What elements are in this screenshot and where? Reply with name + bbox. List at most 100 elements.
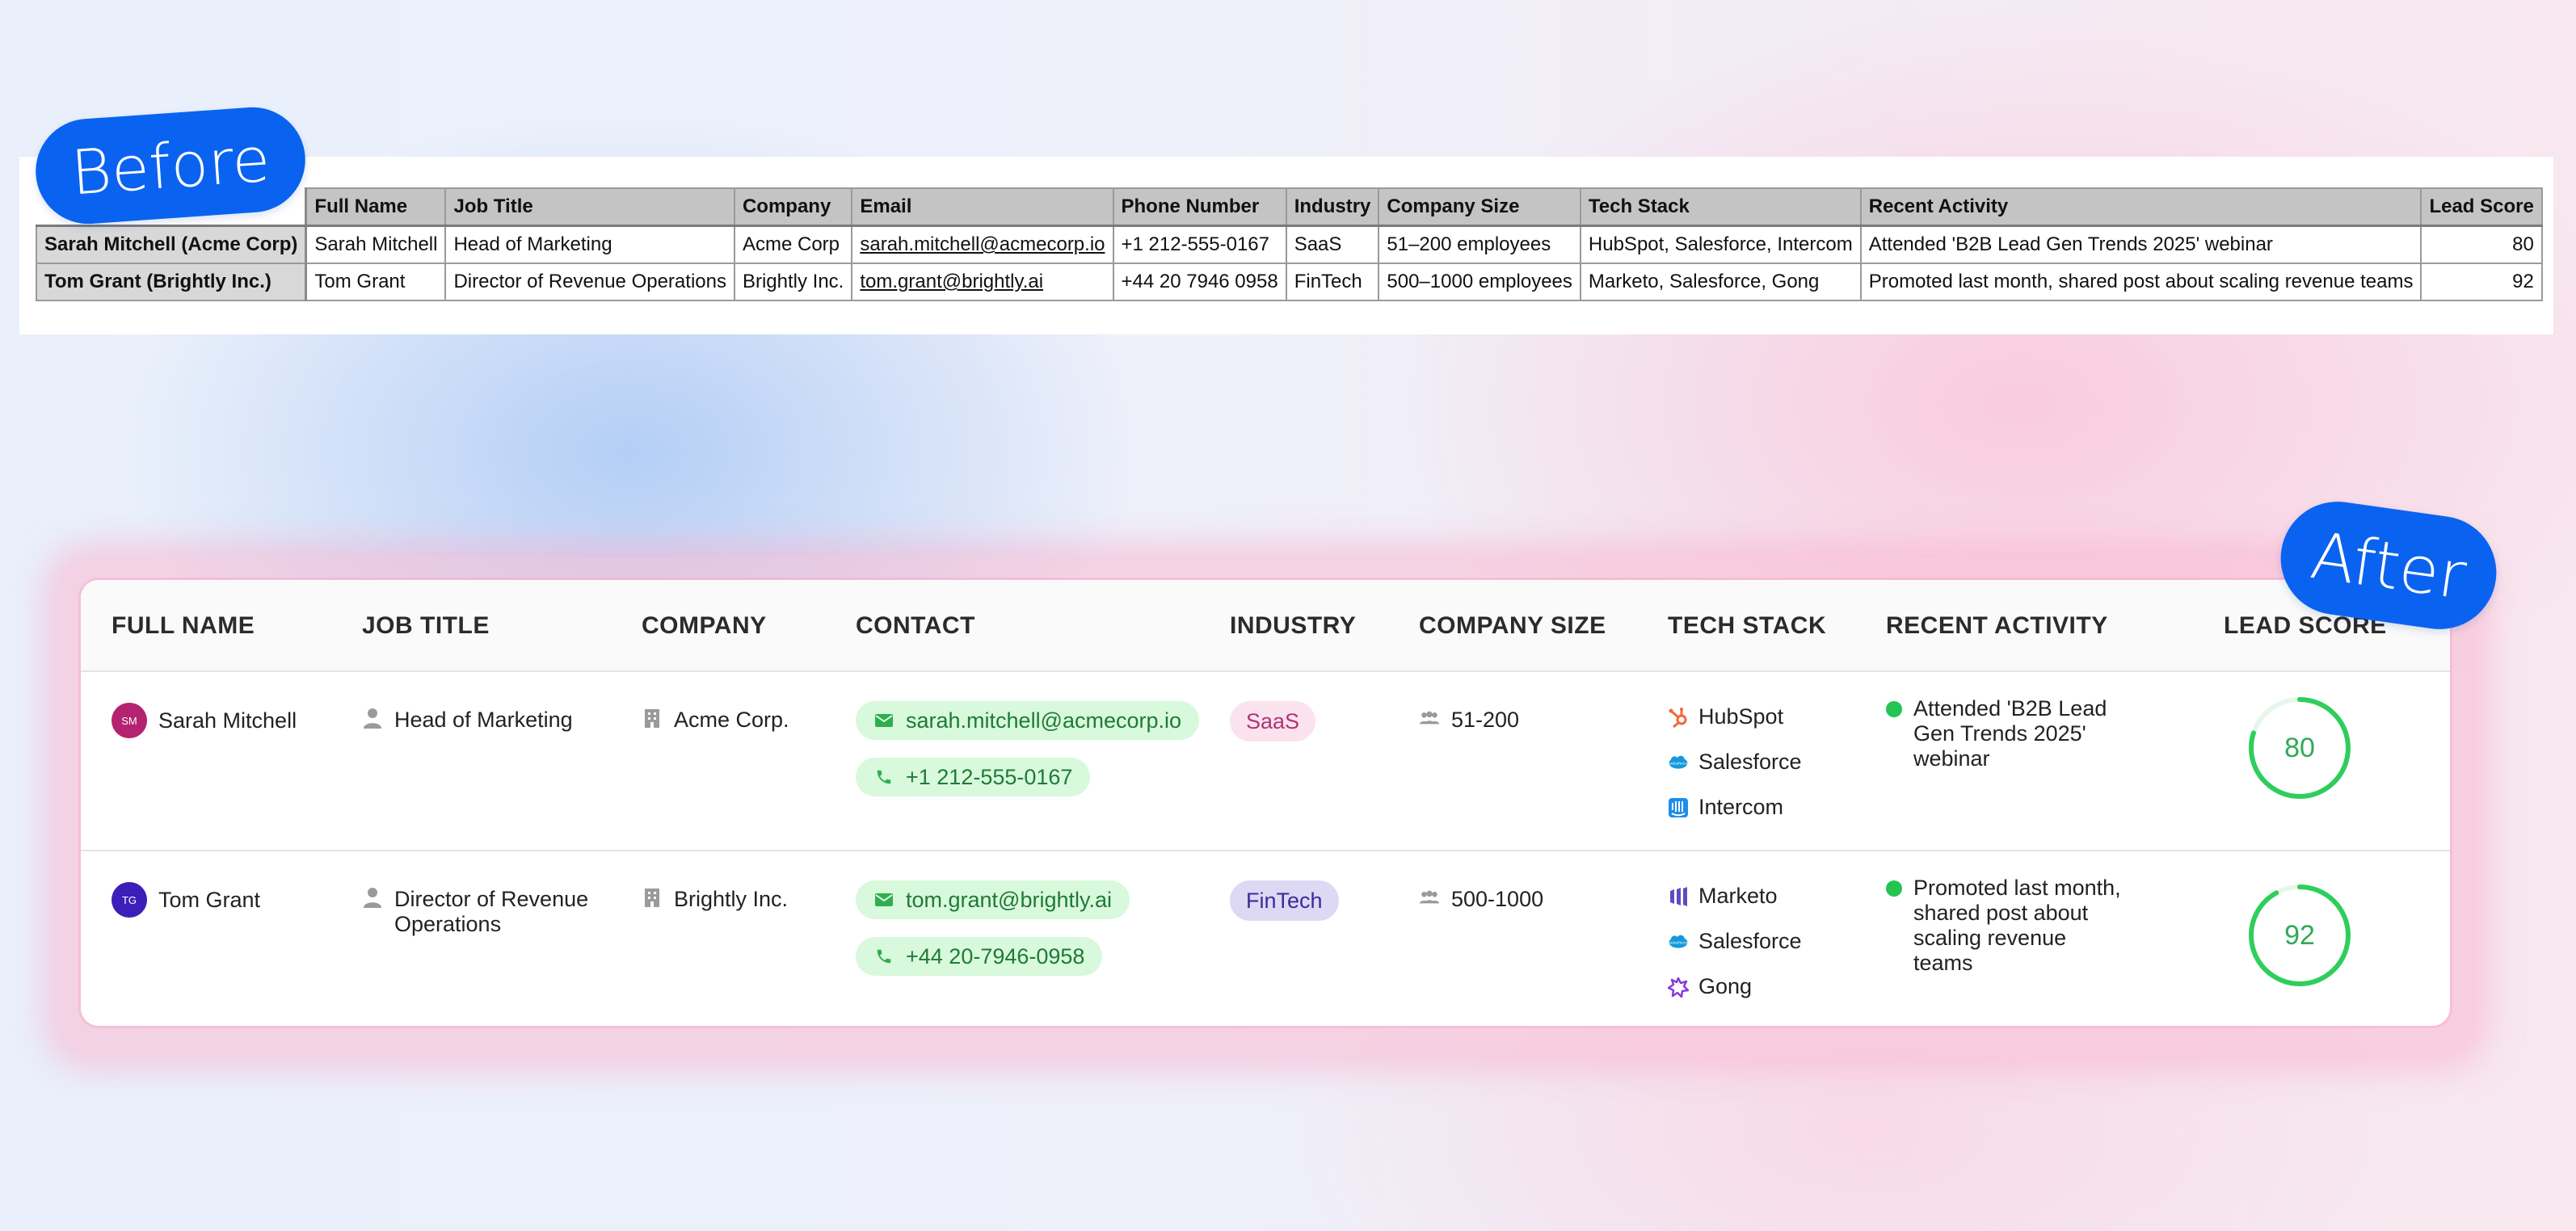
phone-pill[interactable]: +44 20-7946-0958 <box>856 937 1103 976</box>
tech-name: Salesforce <box>1698 929 1802 953</box>
header-full-name[interactable]: Full Name <box>305 187 447 227</box>
industry-tag[interactable]: FinTech <box>1230 880 1339 921</box>
header-industry[interactable]: INDUSTRY <box>1230 612 1356 640</box>
job-title-cell: Director of Revenue Operations <box>362 887 604 937</box>
status-dot <box>1886 701 1902 717</box>
cell-tech-stack[interactable]: HubSpot, Salesforce, Intercom <box>1579 225 1862 264</box>
avatar: SM <box>112 703 147 738</box>
header-recent-activity[interactable]: RECENT ACTIVITY <box>1886 612 2108 640</box>
phone-icon <box>873 946 894 967</box>
cell-email-link[interactable]: tom.grant@brightly.ai <box>851 263 1114 301</box>
phone-text: +44 20-7946-0958 <box>906 943 1085 968</box>
lead-score: 80 <box>2284 732 2315 763</box>
header-company-size[interactable]: COMPANY SIZE <box>1419 612 1606 640</box>
lead-score: 92 <box>2284 919 2315 951</box>
tech-name: Intercom <box>1698 795 1784 819</box>
spreadsheet-row: Tom Grant (Brightly Inc.) Tom Grant Dire… <box>36 263 2543 301</box>
tech-stack-item: Intercom <box>1668 795 1783 820</box>
cell-recent-activity[interactable]: Attended 'B2B Lead Gen Trends 2025' webi… <box>1859 225 2422 264</box>
table-row[interactable]: TG Tom Grant Director of Revenue Operati… <box>81 851 2450 1026</box>
header-industry[interactable]: Industry <box>1285 187 1380 227</box>
header-lead-score[interactable]: Lead Score <box>2420 187 2543 227</box>
job-title-cell: Head of Marketing <box>362 708 573 733</box>
before-badge: Before <box>32 103 309 228</box>
full-name: Tom Grant <box>158 887 261 912</box>
tech-stack-item: Marketo <box>1668 884 1778 909</box>
cell-company[interactable]: Acme Corp <box>733 225 853 264</box>
salesforce-icon: salesforce <box>1668 931 1689 952</box>
tech-stack-item: Gong <box>1668 974 1752 999</box>
tech-stack-item: salesforce Salesforce <box>1668 750 1802 775</box>
full-name-cell: TG Tom Grant <box>112 882 260 918</box>
industry-tag[interactable]: SaaS <box>1230 701 1316 742</box>
header-company[interactable]: Company <box>733 187 853 227</box>
cell-company-size[interactable]: 51–200 employees <box>1378 225 1581 264</box>
header-phone[interactable]: Phone Number <box>1112 187 1287 227</box>
header-job-title[interactable]: JOB TITLE <box>362 612 490 640</box>
table-row[interactable]: SM Sarah Mitchell Head of Marketing Acme… <box>81 672 2450 851</box>
group-icon <box>1419 708 1440 729</box>
cell-full-name[interactable]: Tom Grant <box>305 263 447 301</box>
company-size-cell: 51-200 <box>1419 708 1519 733</box>
tech-name: HubSpot <box>1698 704 1784 729</box>
before-spreadsheet: Full Name Job Title Company Email Phone … <box>36 187 2543 301</box>
cell-industry[interactable]: SaaS <box>1285 225 1380 264</box>
header-full-name[interactable]: FULL NAME <box>112 612 255 640</box>
cell-lead-score[interactable]: 80 <box>2420 225 2543 264</box>
cell-job-title[interactable]: Head of Marketing <box>444 225 735 264</box>
company-name: Brightly Inc. <box>674 887 789 911</box>
job-title: Director of Revenue Operations <box>394 887 589 936</box>
email-pill[interactable]: sarah.mitchell@acmecorp.io <box>856 701 1200 740</box>
recent-activity: Attended 'B2B Lead Gen Trends 2025' webi… <box>1913 696 2107 771</box>
marketo-icon <box>1668 886 1689 907</box>
header-tech-stack[interactable]: Tech Stack <box>1579 187 1862 227</box>
recent-activity: Promoted last month, shared post about s… <box>1913 876 2121 975</box>
cell-industry[interactable]: FinTech <box>1285 263 1380 301</box>
tech-stack-item: salesforce Salesforce <box>1668 929 1802 954</box>
header-company-size[interactable]: Company Size <box>1378 187 1581 227</box>
row-label[interactable]: Tom Grant (Brightly Inc.) <box>36 263 308 301</box>
tech-name: Salesforce <box>1698 750 1802 774</box>
header-recent-activity[interactable]: Recent Activity <box>1859 187 2422 227</box>
salesforce-icon: salesforce <box>1668 752 1689 773</box>
mail-icon <box>873 889 894 910</box>
building-icon <box>642 708 663 729</box>
header-email[interactable]: Email <box>851 187 1114 227</box>
cell-recent-activity[interactable]: Promoted last month, shared post about s… <box>1859 263 2422 301</box>
cell-company[interactable]: Brightly Inc. <box>733 263 853 301</box>
email-text: tom.grant@brightly.ai <box>906 887 1113 912</box>
lead-score-ring: 92 <box>2246 882 2353 989</box>
lead-score-ring: 80 <box>2246 695 2353 801</box>
person-icon <box>362 887 383 908</box>
header-tech-stack[interactable]: TECH STACK <box>1668 612 1826 640</box>
tech-stack-item: HubSpot <box>1668 704 1783 729</box>
phone-icon <box>873 767 894 788</box>
full-name: Sarah Mitchell <box>158 708 297 733</box>
job-title: Head of Marketing <box>394 708 573 732</box>
cell-full-name[interactable]: Sarah Mitchell <box>305 225 447 264</box>
avatar: TG <box>112 882 147 918</box>
company-size: 51-200 <box>1451 708 1520 732</box>
intercom-icon <box>1668 797 1689 818</box>
full-name-cell: SM Sarah Mitchell <box>112 703 297 738</box>
spreadsheet-header-row: Full Name Job Title Company Email Phone … <box>36 187 2543 227</box>
phone-text: +1 212-555-0167 <box>906 764 1073 789</box>
cell-phone[interactable]: +44 20 7946 0958 <box>1112 263 1287 301</box>
mail-icon <box>873 710 894 731</box>
cell-email-link[interactable]: sarah.mitchell@acmecorp.io <box>851 225 1114 264</box>
email-pill[interactable]: tom.grant@brightly.ai <box>856 880 1130 919</box>
recent-activity-cell: Attended 'B2B Lead Gen Trends 2025' webi… <box>1886 696 2153 771</box>
email-text: sarah.mitchell@acmecorp.io <box>906 708 1182 733</box>
phone-pill[interactable]: +1 212-555-0167 <box>856 758 1091 796</box>
header-contact[interactable]: CONTACT <box>856 612 975 640</box>
cell-job-title[interactable]: Director of Revenue Operations <box>444 263 735 301</box>
header-job-title[interactable]: Job Title <box>444 187 735 227</box>
tech-name: Gong <box>1698 974 1753 998</box>
cell-lead-score[interactable]: 92 <box>2420 263 2543 301</box>
cell-company-size[interactable]: 500–1000 employees <box>1378 263 1581 301</box>
row-label[interactable]: Sarah Mitchell (Acme Corp) <box>36 225 308 264</box>
cell-tech-stack[interactable]: Marketo, Salesforce, Gong <box>1579 263 1862 301</box>
header-company[interactable]: COMPANY <box>642 612 767 640</box>
cell-phone[interactable]: +1 212-555-0167 <box>1112 225 1287 264</box>
status-dot <box>1886 880 1902 897</box>
